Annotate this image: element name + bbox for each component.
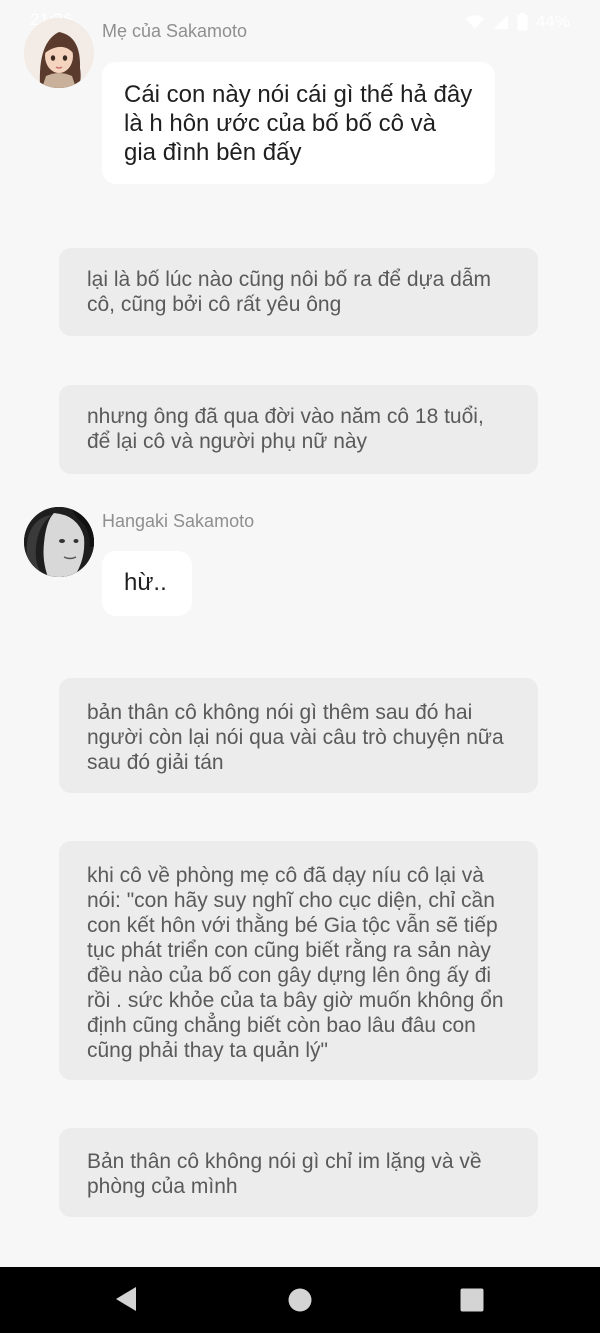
back-icon <box>116 1287 136 1311</box>
home-icon <box>288 1288 312 1312</box>
avatar-me-cua-sakamoto[interactable] <box>24 18 94 88</box>
wifi-icon <box>465 15 484 29</box>
narration-block: Bản thân cô không nói gì chỉ im lặng và … <box>59 1128 538 1217</box>
navigation-bar <box>0 1267 600 1333</box>
narration-block: khi cô về phòng mẹ cô đã dạy níu cô lại … <box>59 841 538 1080</box>
recents-button[interactable] <box>460 1288 484 1317</box>
recents-icon <box>460 1288 484 1312</box>
battery-icon <box>517 13 528 31</box>
status-icons: 44% <box>465 12 570 32</box>
avatar-hangaki-sakamoto[interactable] <box>24 507 94 577</box>
battery-percent: 44% <box>535 12 570 31</box>
back-button[interactable] <box>114 1285 140 1318</box>
sender-name: Mẹ của Sakamoto <box>102 21 248 41</box>
sender-name: Hangaki Sakamoto <box>102 511 255 531</box>
avatar-illustration <box>24 18 94 88</box>
narration-block: nhưng ông đã qua đời vào năm cô 18 tuổi,… <box>59 385 538 474</box>
home-button[interactable] <box>288 1288 312 1317</box>
narration-block: bản thân cô không nói gì thêm sau đó hai… <box>59 678 538 793</box>
signal-icon <box>493 15 508 29</box>
message-bubble[interactable]: hừ.. <box>102 551 192 616</box>
narration-block: lại là bố lúc nào cũng nôi bố ra để dựa … <box>59 248 538 336</box>
avatar-illustration <box>24 507 94 577</box>
message-bubble[interactable]: Cái con này nói cái gì thế hả đây là h h… <box>102 62 495 184</box>
